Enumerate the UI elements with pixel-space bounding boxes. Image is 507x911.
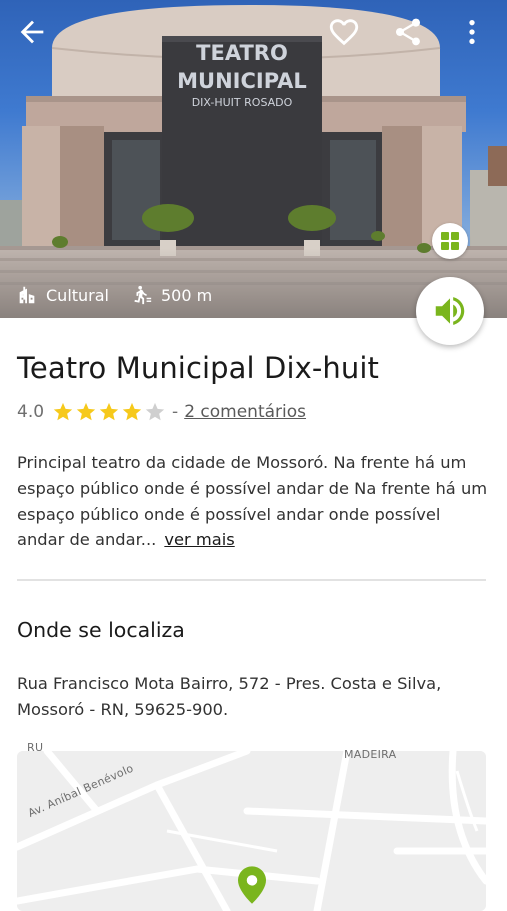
heart-outline-icon	[329, 19, 359, 46]
hero-image: TEATRO MUNICIPAL DIX-HUIT ROSADO Cultura…	[0, 0, 507, 318]
map-label-partial: RU	[27, 741, 44, 754]
favorite-button[interactable]	[324, 12, 364, 52]
distance-tag: 500 m	[131, 284, 212, 306]
place-description: Principal teatro da cidade de Mossoró. N…	[17, 450, 491, 553]
place-title: Teatro Municipal Dix-huit	[17, 351, 380, 385]
star-filled-icon	[76, 402, 96, 421]
gallery-button[interactable]	[432, 223, 468, 259]
star-empty-icon	[145, 402, 165, 421]
facade-sign-line3: DIX-HUIT ROSADO	[192, 96, 293, 109]
rating-separator: -	[172, 402, 179, 422]
hero-meta: Cultural 500 m	[16, 284, 234, 306]
more-vertical-icon	[469, 20, 475, 44]
volume-icon	[435, 297, 465, 325]
facade-sign-line1: TEATRO	[196, 41, 288, 65]
more-options-button[interactable]	[452, 12, 492, 52]
map-label-madeira: MADEIRA	[344, 748, 397, 761]
rating-stars	[52, 401, 166, 423]
star-filled-icon	[53, 402, 73, 421]
building-icon	[16, 284, 38, 306]
audio-guide-button[interactable]	[416, 277, 484, 345]
category-label: Cultural	[46, 285, 109, 305]
map-pin-icon[interactable]	[238, 866, 266, 904]
share-icon	[396, 18, 420, 46]
facade-sign-line2: MUNICIPAL	[177, 69, 307, 93]
star-filled-icon	[99, 402, 119, 421]
arrow-left-icon	[20, 20, 44, 44]
location-section-title: Onde se localiza	[17, 618, 185, 642]
address-text: Rua Francisco Mota Bairro, 572 - Pres. C…	[17, 674, 442, 719]
category-tag: Cultural	[16, 284, 109, 306]
back-button[interactable]	[12, 12, 52, 52]
star-filled-icon	[122, 402, 142, 421]
comments-link[interactable]: 2 comentários	[184, 402, 306, 422]
distance-label: 500 m	[161, 285, 213, 305]
read-more-link[interactable]: ver mais	[164, 530, 234, 549]
share-button[interactable]	[388, 12, 428, 52]
grid-icon	[441, 232, 459, 250]
description-text: Principal teatro da cidade de Mossoró. N…	[17, 453, 488, 550]
rating-row: 4.0 - 2 comentários	[17, 401, 306, 423]
section-divider	[17, 579, 486, 581]
rating-value: 4.0	[17, 402, 45, 422]
walking-person-icon	[131, 284, 153, 306]
